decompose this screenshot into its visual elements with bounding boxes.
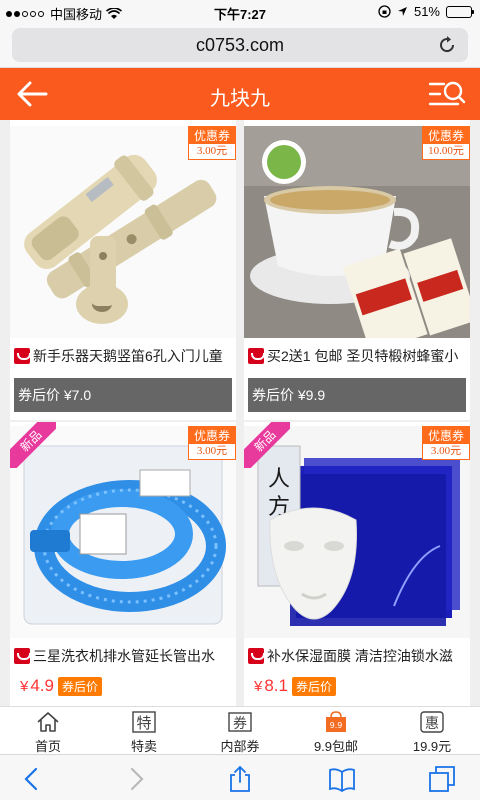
svg-text:券: 券 [233,716,247,732]
tab-9-9-free-shipping[interactable]: 9.9 9.9包邮 [288,707,384,754]
product-price: 8.1 [264,676,288,695]
product-title: 买2送1 包邮 圣贝特椴树蜂蜜小 [267,348,459,364]
product-card[interactable]: 优惠券 3.00元 新手乐器天鹅竖笛6孔入门儿童 券后价 ¥7.0 [10,120,236,420]
battery-percent: 51% [413,4,440,19]
price-bar: 券后价 ¥9.9 [248,378,466,412]
url-text: c0753.com [195,35,285,55]
search-menu-icon[interactable] [428,78,466,110]
sale-icon: 特 [132,711,156,733]
page-title: 九块九 [210,88,270,110]
tab-sale[interactable]: 特 特卖 [96,707,192,754]
new-badge: 新品 [244,422,290,468]
svg-text:特: 特 [136,714,151,732]
currency-symbol: ¥ [254,677,263,695]
address-bar[interactable]: c0753.com [12,28,468,62]
battery-icon [446,5,474,18]
svg-text:人: 人 [268,467,290,492]
bottom-tab-bar: 首页 特 特卖 券 内部券 9.9 9.9包邮 惠 19.9元 [0,706,480,754]
product-card[interactable]: 人 方 新品 优惠券 3.00元 补水保湿面膜 清洁控油锁水滋 ¥ 8.1 券后… [244,422,470,706]
bookmarks-icon[interactable] [328,765,356,793]
tab-internal-coupon[interactable]: 券 内部券 [192,707,288,754]
app-header: 九块九 [0,68,480,120]
tab-label: 特卖 [130,739,157,754]
product-price: 4.9 [30,676,54,695]
status-bar: 中国移动 下午7:27 51% [0,0,480,24]
coupon-badge: 优惠券 3.00元 [188,126,236,160]
new-badge: 新品 [10,422,56,468]
product-title-row: 新手乐器天鹅竖笛6孔入门儿童 [14,346,232,366]
rotation-lock-icon [378,5,391,18]
tab-label: 9.9包邮 [313,739,359,754]
home-icon [37,712,59,732]
browser-address-area: c0753.com [0,24,480,68]
product-title: 三星洗衣机排水管延长管出水 [33,648,215,664]
coupon-badge: 优惠券 3.00元 [422,426,470,460]
product-title: 补水保湿面膜 清洁控油锁水滋 [267,648,453,664]
price-line: ¥ 8.1 券后价 [254,676,336,696]
tmall-icon [248,348,265,364]
tab-label: 19.9元 [412,739,452,754]
tab-19-9[interactable]: 惠 19.9元 [384,707,480,754]
price-bar: 券后价 ¥7.0 [14,378,232,412]
price-line: ¥ 4.9 券后价 [20,676,102,696]
currency-symbol: ¥ [20,677,29,695]
product-card[interactable]: 新品 优惠券 3.00元 三星洗衣机排水管延长管出水 ¥ 4.9 券后价 [10,422,236,706]
tabs-icon[interactable] [428,765,456,793]
tmall-icon [14,648,31,664]
product-title-row: 补水保湿面膜 清洁控油锁水滋 [248,646,466,666]
location-icon [397,7,407,16]
product-title: 新手乐器天鹅竖笛6孔入门儿童 [33,348,223,364]
discount-icon: 惠 [420,711,444,733]
browser-toolbar [0,754,480,800]
share-icon[interactable] [226,765,254,793]
price-tag: 券后价 [57,676,102,696]
product-title-row: 三星洗衣机排水管延长管出水 [14,646,232,666]
browser-forward-icon[interactable] [122,765,150,793]
product-title-row: 买2送1 包邮 圣贝特椴树蜂蜜小 [248,346,466,366]
product-card[interactable]: 优惠券 10.00元 买2送1 包邮 圣贝特椴树蜂蜜小 券后价 ¥9.9 [244,120,470,420]
reload-icon[interactable] [436,34,458,56]
browser-back-icon[interactable] [18,765,46,793]
price-tag: 券后价 [291,676,336,696]
tab-home[interactable]: 首页 [0,707,96,754]
coupon-badge: 优惠券 3.00元 [188,426,236,460]
tmall-icon [248,648,265,664]
coupon-badge: 优惠券 10.00元 [422,126,470,160]
svg-text:惠: 惠 [425,716,439,732]
svg-text:9.9: 9.9 [330,721,343,730]
product-grid: 优惠券 3.00元 新手乐器天鹅竖笛6孔入门儿童 券后价 ¥7.0 优惠券 10… [0,120,480,706]
tmall-icon [14,348,31,364]
tab-label: 内部券 [220,739,260,754]
bag-icon: 9.9 [326,711,346,732]
tab-label: 首页 [34,739,61,754]
coupon-icon: 券 [228,712,252,732]
